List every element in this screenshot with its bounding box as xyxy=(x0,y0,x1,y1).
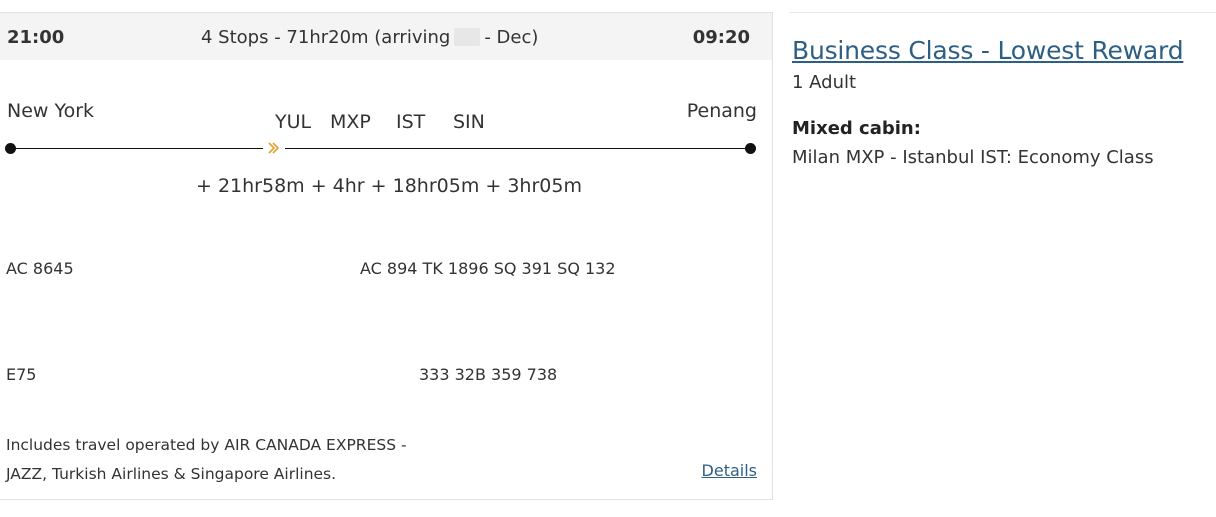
first-flight-number: AC 8645 xyxy=(6,259,74,278)
divider xyxy=(790,12,1216,13)
operated-by-note: Includes travel operated by AIR CANADA E… xyxy=(6,431,466,489)
plane-icon xyxy=(263,139,285,157)
operated-by-line: Includes travel operated by AIR CANADA E… xyxy=(6,436,407,454)
stop-code: MXP xyxy=(330,111,371,133)
summary-suffix: - Dec) xyxy=(484,27,539,48)
details-link[interactable]: Details xyxy=(702,461,757,480)
mixed-cabin-label: Mixed cabin: xyxy=(792,118,921,139)
summary-prefix: 4 Stops - 71hr20m (arriving xyxy=(201,27,451,48)
trip-summary: 4 Stops - 71hr20m (arriving - Dec) xyxy=(201,27,538,48)
itinerary-header: 21:00 4 Stops - 71hr20m (arriving - Dec) … xyxy=(0,13,772,60)
fare-class-link[interactable]: Business Class - Lowest Reward xyxy=(792,36,1184,65)
stop-code: SIN xyxy=(453,111,485,133)
route-line xyxy=(9,148,754,149)
redacted-day xyxy=(454,28,481,46)
destination-dot xyxy=(745,143,756,154)
first-aircraft-type: E75 xyxy=(6,365,37,384)
itinerary-card: 21:00 4 Stops - 71hr20m (arriving - Dec) … xyxy=(0,12,773,500)
operated-by-line: JAZZ, Turkish Airlines & Singapore Airli… xyxy=(6,465,337,483)
mixed-cabin-detail: Milan MXP - Istanbul IST: Economy Class xyxy=(792,147,1154,168)
passenger-count: 1 Adult xyxy=(792,72,857,93)
connecting-flight-numbers: AC 894 TK 1896 SQ 391 SQ 132 xyxy=(360,259,616,278)
origin-city: New York xyxy=(7,100,95,122)
connecting-aircraft-types: 333 32B 359 738 xyxy=(419,365,558,384)
arrival-time: 09:20 xyxy=(692,27,750,48)
stop-code: YUL xyxy=(275,111,312,133)
destination-city: Penang xyxy=(686,100,757,122)
departure-time: 21:00 xyxy=(7,27,65,48)
layover-durations: + 21hr58m + 4hr + 18hr05m + 3hr05m xyxy=(196,175,582,197)
origin-dot xyxy=(5,143,16,154)
stop-code: IST xyxy=(396,111,426,133)
